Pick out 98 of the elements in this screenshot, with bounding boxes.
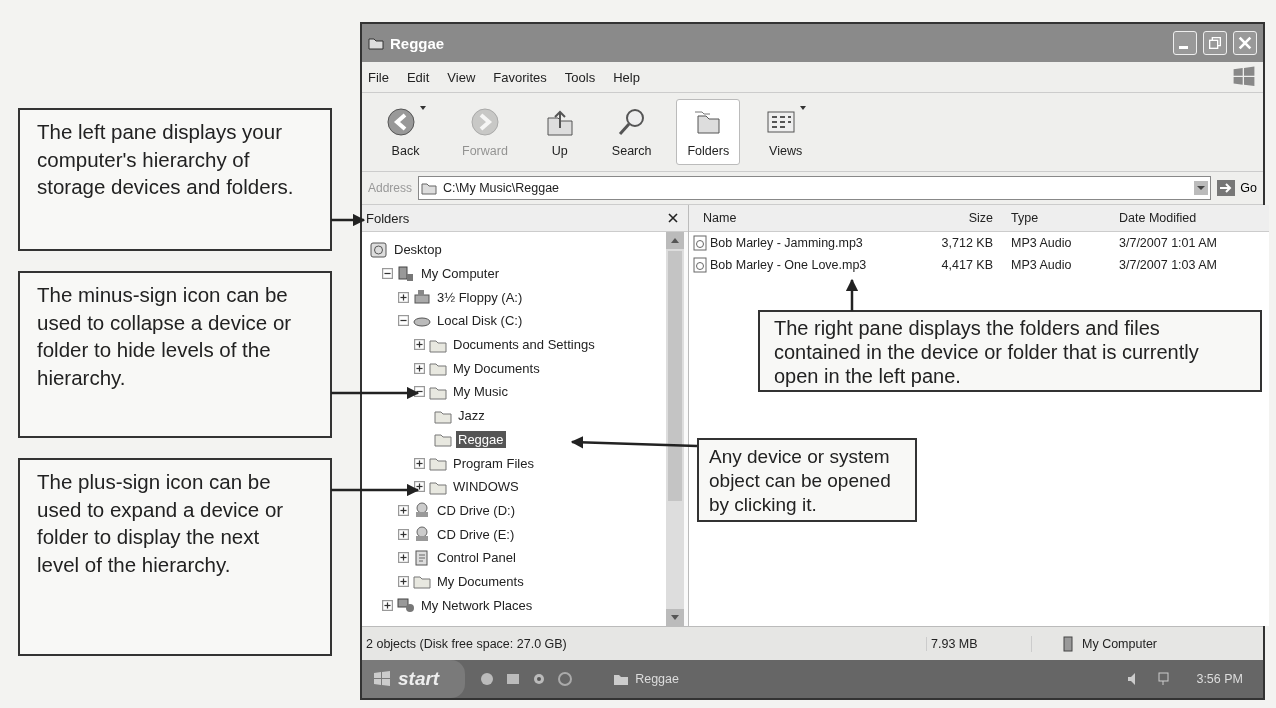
tree-item[interactable]: My Music: [451, 383, 510, 401]
tree-item[interactable]: My Documents: [451, 359, 542, 377]
tree-item[interactable]: My Network Places: [419, 596, 535, 614]
pane-title: Folders: [366, 210, 410, 226]
search-button[interactable]: Search: [600, 99, 663, 165]
plus-sign-icon[interactable]: [414, 481, 425, 493]
minimize-icon: [1179, 46, 1188, 49]
back-button[interactable]: Back: [374, 99, 437, 165]
folder-icon: [421, 181, 438, 195]
status-size: 7.93 MB: [926, 636, 1031, 651]
minus-sign-icon[interactable]: [382, 268, 393, 280]
column-header[interactable]: Size: [933, 211, 993, 225]
tree-item[interactable]: Documents and Settings: [451, 336, 597, 354]
minimize-button[interactable]: [1173, 31, 1197, 55]
table-cell-text: 3/7/2007 1:01 AM: [1118, 236, 1218, 250]
plus-sign-icon[interactable]: [398, 504, 409, 516]
callout-text: The left pane displays your computer's hierarchy of storage devices and folders.: [18, 108, 332, 251]
floppy-drive-icon: [413, 289, 431, 306]
leader-line: [331, 213, 366, 227]
clock: 3:56 PM: [1196, 672, 1243, 686]
scroll-up-icon[interactable]: [666, 232, 684, 249]
restore-button[interactable]: [1203, 31, 1227, 55]
tree-item[interactable]: Local Disk (C:): [435, 312, 525, 330]
address-field[interactable]: C:\My Music\Reggae: [418, 176, 1212, 200]
plus-sign-icon[interactable]: [414, 362, 425, 374]
tree-item[interactable]: WINDOWS: [451, 478, 521, 496]
folder-icon: [368, 35, 384, 51]
tree-item[interactable]: My Computer: [419, 265, 502, 283]
cd-drive-icon: [413, 502, 431, 519]
minus-sign-icon[interactable]: [414, 386, 425, 398]
control-panel-icon: [413, 549, 431, 566]
folder-icon: [429, 360, 447, 377]
tree-item[interactable]: Jazz: [456, 407, 487, 425]
close-icon: [1237, 35, 1253, 51]
folder-icon: [429, 455, 447, 472]
address-label: Address: [368, 181, 413, 195]
table-cell-text: 3,712 KB: [940, 236, 993, 250]
scrollbar[interactable]: [666, 232, 684, 626]
column-header[interactable]: Date Modified: [1111, 211, 1269, 225]
quick-launch-icon[interactable]: [557, 671, 574, 687]
audio-file-icon: [693, 257, 707, 273]
file-name[interactable]: Bob Marley - One Love.mp3: [710, 258, 867, 272]
folders-button[interactable]: Folders: [676, 99, 741, 165]
callout-text: The minus-sign icon can be used to collapse a device or folder to hide levels of the hierarchy.: [18, 271, 332, 438]
windows-logo-icon: [372, 669, 392, 689]
plus-sign-icon[interactable]: [414, 457, 425, 469]
table-cell-text: MP3 Audio: [1010, 258, 1073, 272]
menu-item[interactable]: Edit: [406, 69, 430, 85]
up-button[interactable]: Up: [532, 99, 587, 165]
start-button[interactable]: start: [362, 660, 466, 698]
plus-sign-icon[interactable]: [382, 599, 393, 611]
table-cell-text: 3/7/2007 1:03 AM: [1118, 258, 1218, 272]
file-name[interactable]: Bob Marley - Jamming.mp3: [710, 236, 863, 250]
status-text: 2 objects (Disk free space: 27.0 GB): [365, 636, 568, 651]
minus-sign-icon[interactable]: [398, 315, 409, 327]
folder-icon: [434, 431, 452, 448]
callout-text: The right pane displays the folders and files contained in the device or folder that is currently open in the left pane.: [758, 310, 1262, 392]
menu-item[interactable]: File: [368, 69, 389, 85]
plus-sign-icon[interactable]: [398, 552, 409, 564]
restore-icon: [1207, 35, 1223, 51]
plus-sign-icon[interactable]: [398, 291, 409, 303]
network-icon: [397, 597, 415, 614]
tree-item[interactable]: My Documents: [435, 572, 526, 590]
computer-icon: [1062, 635, 1074, 652]
tree-item[interactable]: Reggae: [456, 430, 506, 448]
tree-item[interactable]: CD Drive (E:): [435, 525, 517, 543]
go-button[interactable]: Go: [1217, 180, 1257, 196]
tree-item[interactable]: 3½ Floppy (A:): [435, 288, 525, 306]
callout-text: The plus-sign icon can be used to expand a device or folder to display the next level of the hierarchy.: [18, 458, 332, 656]
folder-icon: [413, 573, 431, 590]
column-header[interactable]: Name: [689, 211, 933, 225]
close-button[interactable]: [1233, 31, 1257, 55]
leader-line: [845, 278, 859, 311]
scroll-down-icon[interactable]: [666, 609, 684, 626]
plus-sign-icon[interactable]: [414, 339, 425, 351]
plus-sign-icon[interactable]: [398, 575, 409, 587]
tree-item[interactable]: Program Files: [451, 454, 536, 472]
taskbar-button[interactable]: Reggae: [607, 670, 685, 688]
menu-item[interactable]: Favorites: [493, 69, 547, 85]
menu-item[interactable]: View: [447, 69, 476, 85]
plus-sign-icon[interactable]: [398, 528, 409, 540]
tree-item[interactable]: Desktop: [392, 241, 444, 259]
computer-icon: [397, 265, 415, 282]
close-icon[interactable]: [668, 213, 678, 223]
tree-item[interactable]: Control Panel: [435, 549, 518, 567]
column-header[interactable]: Type: [993, 211, 1111, 225]
cd-drive-icon: [413, 526, 431, 543]
status-zone: My Computer: [1082, 636, 1158, 651]
audio-file-icon: [693, 235, 707, 251]
menu-item[interactable]: Help: [613, 69, 640, 85]
callout-text: Any device or system object can be opened by clicking it.: [697, 438, 917, 522]
tree-item[interactable]: CD Drive (D:): [435, 501, 517, 519]
table-cell-text: MP3 Audio: [1010, 236, 1073, 250]
table-cell-text: 4,417 KB: [940, 258, 993, 272]
menu-item[interactable]: Tools: [564, 69, 596, 85]
window-title: Reggae: [390, 34, 445, 52]
address-text: C:\My Music\Reggae: [443, 181, 560, 195]
views-button[interactable]: Views: [754, 99, 818, 165]
